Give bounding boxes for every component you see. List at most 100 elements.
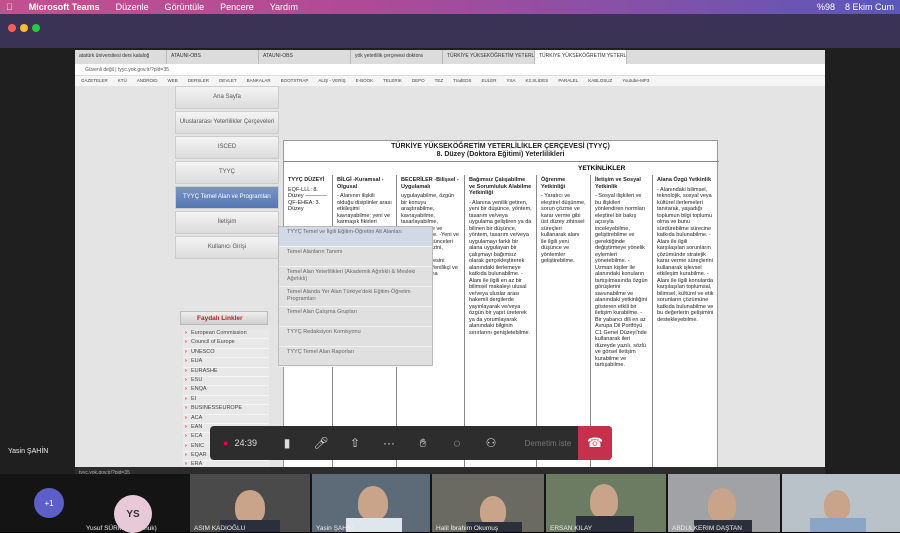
doc-subtitle: 8. Düzey (Doktora Eğitimi) Yeterlilikler… (436, 151, 565, 158)
bookmark[interactable]: Youtube-MP3 (622, 78, 649, 84)
useful-link[interactable]: ENQA (183, 386, 269, 396)
bookmark[interactable]: BANKALAR (247, 78, 271, 84)
teams-window: atatürk üniversitesi ders kataloğ ATAUNI… (0, 14, 900, 533)
useful-link[interactable]: ESU (183, 376, 269, 387)
battery-text: %98 (816, 2, 835, 12)
more-icon[interactable]: ··· (372, 426, 406, 460)
share-icon[interactable]: ⇧ (338, 426, 372, 460)
bookmark[interactable]: ANDROID (137, 78, 158, 84)
participant-tile[interactable]: ERSAN KILAY (546, 474, 666, 532)
minimize-icon[interactable] (20, 24, 28, 32)
bookmark[interactable]: BOOTSTRAP (281, 78, 309, 84)
chat-icon[interactable]: ◌ (440, 426, 474, 460)
participant-tile[interactable]: ASIM KADIOĞLU (190, 474, 310, 532)
submenu-item[interactable]: Temel Alan Yeterlilikleri (Akademik Ağır… (279, 267, 432, 287)
col-communication-header: İletişim ve Sosyal Yetkinlik (595, 177, 641, 190)
tab[interactable]: ATAUNI-OBS (259, 50, 351, 64)
useful-link[interactable]: EURASHE (183, 367, 269, 377)
submenu-item[interactable]: Temel Alanların Tanımı (279, 247, 432, 267)
address-bar[interactable]: Güvenli değil | tyyc.yok.gov.tr/?pid=35 (75, 64, 825, 76)
nav-tyyc-fields[interactable]: TYYÇ Temel Alan ve Programları (175, 186, 279, 209)
doc-title: TÜRKİYE YÜKSEKÖĞRETİM YETERLİLİKLER ÇERÇ… (391, 143, 610, 150)
col-field-header: Alana Özgü Yetkinlik (657, 177, 711, 183)
submenu-item[interactable]: TYYÇ Temel Alan Raporları (279, 347, 432, 367)
nav-intl-frameworks[interactable]: Uluslararası Yeterlilikler Çerçeveleri (175, 111, 279, 134)
bookmark[interactable]: DERSLER (188, 78, 209, 84)
close-icon[interactable] (8, 24, 16, 32)
participant-tile[interactable] (782, 474, 900, 532)
participant-tile[interactable]: Yasin ŞAHİN (312, 474, 430, 532)
menu-help[interactable]: Yardım (270, 2, 298, 12)
submenu-item[interactable]: TYYÇ Redaksiyon Komisyonu (279, 327, 432, 347)
col-knowledge-header: BİLGİ -Kuramsal -Olgusal (337, 177, 384, 190)
tab[interactable]: ATAUNI-OBS (167, 50, 259, 64)
nav-contact[interactable]: İletişim (175, 211, 279, 234)
nav-home[interactable]: Ana Sayfa (175, 86, 279, 109)
menu-window[interactable]: Pencere (220, 2, 254, 12)
bookmark[interactable]: KTÜ (118, 78, 127, 84)
submenu-item[interactable]: Temel Alan Çalışma Grupları (279, 307, 432, 327)
bookmark[interactable]: EULER (482, 78, 497, 84)
useful-links-heading: Faydalı Linkler (180, 311, 268, 325)
nav-tyyc[interactable]: TYYÇ (175, 161, 279, 184)
teams-titlebar (0, 14, 900, 48)
bookmarks-bar: GAZETELER KTÜ ANDROID WEB DERSLER DEVLET BANKA… (75, 76, 825, 86)
bookmark[interactable]: K2.SLIDES (526, 78, 549, 84)
bookmark[interactable]: TELERIK (383, 78, 402, 84)
participants-icon[interactable]: ⚇ (474, 426, 508, 460)
col-field-text: - Alanındaki bilimsel, teknolojik, sosya… (657, 186, 714, 323)
web-page: Ana Sayfa Uluslararası Yeterlilikler Çer… (75, 86, 825, 478)
bookmark[interactable]: WEB (168, 78, 178, 84)
tab[interactable]: atatürk üniversitesi ders kataloğ (75, 50, 167, 64)
apple-icon[interactable]:  (6, 2, 13, 12)
useful-link[interactable]: EI (183, 395, 269, 406)
submenu-flyout: TYYÇ Temel ve İlgili Eğitim-Öğretim Alt … (278, 226, 433, 367)
nav-login[interactable]: Kullanıcı Girişi (175, 236, 279, 259)
participant-tile[interactable]: Halil İbrahim Okumuş (432, 474, 544, 532)
nav-isced[interactable]: ISCED (175, 136, 279, 159)
presenter-name: Yasin ŞAHİN (8, 448, 49, 455)
bookmark[interactable]: ALIŞ - VERİŞ (318, 78, 345, 84)
bookmark[interactable]: KABLOSUZ (588, 78, 612, 84)
bookmark[interactable]: DEVLET (219, 78, 237, 84)
bookmark[interactable]: TEZ (435, 78, 444, 84)
useful-link[interactable]: UNESCO (183, 348, 269, 359)
tab[interactable]: TÜRKİYE YÜKSEKÖĞRETİM YETERLİ (443, 50, 535, 64)
bookmark[interactable]: DEPO (412, 78, 425, 84)
col-learning-header: Öğrenme Yetkinliği (541, 177, 566, 190)
clock-text: 8 Ekim Cum (844, 2, 894, 12)
bookmark[interactable]: PARALEL (558, 78, 578, 84)
participant-tile[interactable]: ABDULKERIM DAŞTAN (668, 474, 780, 532)
more-participants-button[interactable]: +1 (34, 488, 64, 518)
useful-link[interactable]: EUA (183, 358, 269, 368)
menu-edit[interactable]: Düzenle (116, 2, 149, 12)
tab-active[interactable]: TÜRKİYE YÜKSEKÖĞRETİM YETERLİ (535, 50, 627, 64)
useful-link[interactable]: ACA (183, 414, 269, 424)
submenu-item[interactable]: Temel Alanda Yer Alan Türkiye'deki Eğiti… (279, 287, 432, 307)
record-icon: ● (223, 438, 229, 448)
camera-icon[interactable]: ▮ (270, 426, 304, 460)
app-menu[interactable]: Microsoft Teams (29, 2, 100, 12)
shared-screen: atatürk üniversitesi ders kataloğ ATAUNI… (75, 50, 825, 478)
submenu-item[interactable]: TYYÇ Temel ve İlgili Eğitim-Öğretim Alt … (279, 227, 432, 247)
avatar: YS (114, 495, 152, 533)
bookmark[interactable]: TradEDS (453, 78, 471, 84)
stop-sharing-button[interactable]: Demetim iste (508, 426, 588, 460)
site-sidebar: Ana Sayfa Uluslararası Yeterlilikler Çer… (175, 86, 279, 261)
raise-hand-icon[interactable]: ✋︎ (406, 426, 440, 460)
useful-link[interactable]: European Commission (183, 330, 269, 340)
browser-tabs: atatürk üniversitesi ders kataloğ ATAUNI… (75, 50, 825, 64)
col-autonomy-text: - Alanına yenilik getiren, yeni bir düşü… (469, 199, 532, 336)
col-learning-text: - Yaratıcı ve eleştirel düşünme, sorun ç… (541, 193, 586, 264)
mic-icon[interactable]: 🎤︎ (304, 426, 338, 460)
tab[interactable]: yök yeterlilik çerçevesi doktora (351, 50, 443, 64)
useful-link[interactable]: Council of Europe (183, 339, 269, 349)
bookmark[interactable]: E-BOOK (356, 78, 374, 84)
maximize-icon[interactable] (32, 24, 40, 32)
hangup-button[interactable]: ☎︎ (578, 426, 612, 460)
bookmark[interactable]: GAZETELER (81, 78, 108, 84)
useful-link[interactable]: BUSINESSEUROPE (183, 405, 269, 415)
macos-menubar:  Microsoft Teams Düzenle Görüntüle Penc… (0, 0, 900, 14)
bookmark[interactable]: YSA (507, 78, 516, 84)
menu-view[interactable]: Görüntüle (165, 2, 205, 12)
